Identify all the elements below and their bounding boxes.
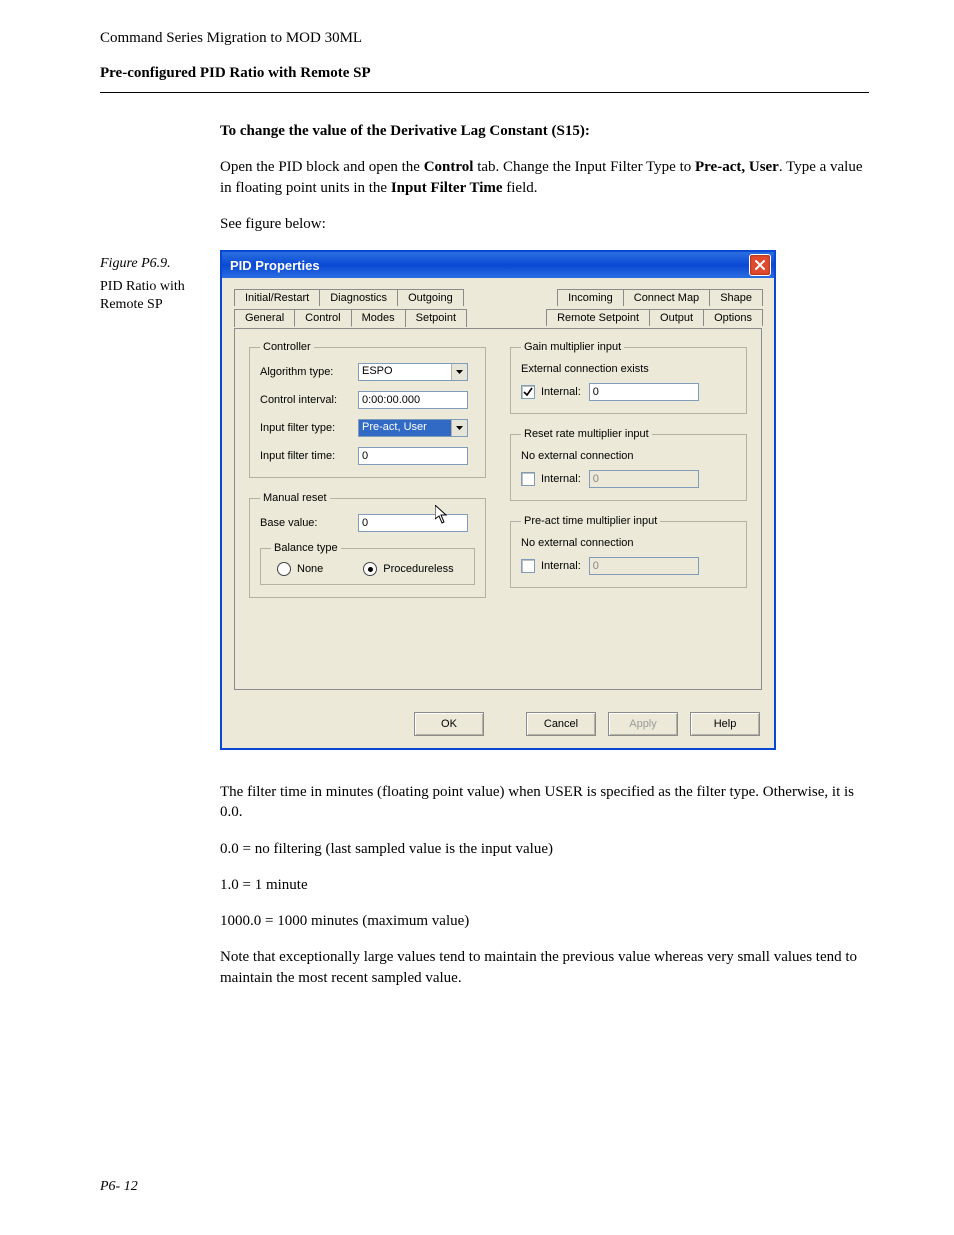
- tab-modes[interactable]: Modes: [351, 309, 406, 327]
- checkbox-icon: [521, 385, 535, 399]
- tab-general[interactable]: General: [234, 309, 295, 327]
- tab-diagnostics[interactable]: Diagnostics: [319, 289, 398, 306]
- tab-connect-map[interactable]: Connect Map: [623, 289, 710, 306]
- chevron-down-icon[interactable]: [451, 420, 467, 436]
- tab-setpoint[interactable]: Setpoint: [405, 309, 467, 327]
- see-figure-text: See figure below:: [220, 214, 869, 234]
- gain-status-text: External connection exists: [521, 363, 736, 375]
- help-button[interactable]: Help: [690, 712, 760, 736]
- radio-icon: [363, 562, 377, 576]
- close-icon: [754, 259, 766, 271]
- dialog-title: PID Properties: [230, 258, 320, 273]
- checkbox-icon: [521, 472, 535, 486]
- tab-panel-control: Controller Algorithm type: ESPO: [234, 328, 762, 690]
- tab-shape[interactable]: Shape: [709, 289, 763, 306]
- base-value-input[interactable]: [358, 514, 468, 532]
- preact-internal-input: [589, 557, 699, 575]
- section-title: To change the value of the Derivative La…: [220, 121, 869, 141]
- after-para-5: Note that exceptionally large values ten…: [220, 947, 869, 988]
- figure-label: Figure P6.9.: [100, 256, 210, 272]
- reset-status-text: No external connection: [521, 450, 736, 462]
- tab-incoming[interactable]: Incoming: [557, 289, 624, 306]
- header-rule: [100, 92, 869, 93]
- tab-control[interactable]: Control: [294, 309, 351, 327]
- balance-type-legend: Balance type: [271, 542, 341, 554]
- control-interval-label: Control interval:: [260, 394, 358, 406]
- manual-reset-legend: Manual reset: [260, 492, 330, 504]
- cancel-button[interactable]: Cancel: [526, 712, 596, 736]
- algorithm-type-combo[interactable]: ESPO: [358, 363, 468, 381]
- instruction-paragraph: Open the PID block and open the Control …: [220, 157, 869, 198]
- reset-rate-group: Reset rate multiplier input No external …: [510, 428, 747, 501]
- preact-internal-checkbox[interactable]: Internal:: [521, 559, 581, 573]
- reset-internal-checkbox[interactable]: Internal:: [521, 472, 581, 486]
- algorithm-type-label: Algorithm type:: [260, 366, 358, 378]
- input-filter-type-combo[interactable]: Pre-act, User: [358, 419, 468, 437]
- radio-icon: [277, 562, 291, 576]
- tab-output[interactable]: Output: [649, 309, 704, 326]
- ok-button[interactable]: OK: [414, 712, 484, 736]
- gain-internal-checkbox[interactable]: Internal:: [521, 385, 581, 399]
- reset-rate-legend: Reset rate multiplier input: [521, 428, 652, 440]
- after-para-1: The filter time in minutes (floating poi…: [220, 782, 869, 823]
- gain-internal-input[interactable]: [589, 383, 699, 401]
- dialog-footer: OK Cancel Apply Help: [222, 702, 774, 748]
- preact-time-legend: Pre-act time multiplier input: [521, 515, 660, 527]
- figure-caption: PID Ratio with Remote SP: [100, 278, 215, 313]
- gain-multiplier-legend: Gain multiplier input: [521, 341, 624, 353]
- preact-time-group: Pre-act time multiplier input No externa…: [510, 515, 747, 588]
- cursor-icon: [435, 505, 451, 525]
- doc-subheader: Pre-configured PID Ratio with Remote SP: [100, 65, 869, 82]
- after-para-2: 0.0 = no filtering (last sampled value i…: [220, 839, 869, 859]
- control-interval-input[interactable]: [358, 391, 468, 409]
- balance-none-radio[interactable]: None: [277, 562, 323, 576]
- input-filter-time-label: Input filter time:: [260, 450, 358, 462]
- chevron-down-icon[interactable]: [451, 364, 467, 380]
- page-number: P6- 12: [100, 1179, 138, 1195]
- base-value-label: Base value:: [260, 517, 358, 529]
- preact-status-text: No external connection: [521, 537, 736, 549]
- close-button[interactable]: [749, 254, 771, 276]
- reset-internal-input: [589, 470, 699, 488]
- tab-outgoing[interactable]: Outgoing: [397, 289, 464, 306]
- controller-group: Controller Algorithm type: ESPO: [249, 341, 486, 478]
- after-para-3: 1.0 = 1 minute: [220, 875, 869, 895]
- input-filter-time-input[interactable]: [358, 447, 468, 465]
- input-filter-type-label: Input filter type:: [260, 422, 358, 434]
- apply-button[interactable]: Apply: [608, 712, 678, 736]
- dialog-titlebar: PID Properties: [222, 252, 774, 278]
- controller-legend: Controller: [260, 341, 314, 353]
- pid-properties-dialog: PID Properties Initial/Restart Diagnosti…: [220, 250, 776, 750]
- checkbox-icon: [521, 559, 535, 573]
- balance-procedureless-radio[interactable]: Procedureless: [363, 562, 453, 576]
- gain-multiplier-group: Gain multiplier input External connectio…: [510, 341, 747, 414]
- after-para-4: 1000.0 = 1000 minutes (maximum value): [220, 911, 869, 931]
- tab-options[interactable]: Options: [703, 309, 763, 326]
- doc-header: Command Series Migration to MOD 30ML: [100, 30, 869, 47]
- tab-remote-setpoint[interactable]: Remote Setpoint: [546, 309, 650, 326]
- tab-initial-restart[interactable]: Initial/Restart: [234, 289, 320, 306]
